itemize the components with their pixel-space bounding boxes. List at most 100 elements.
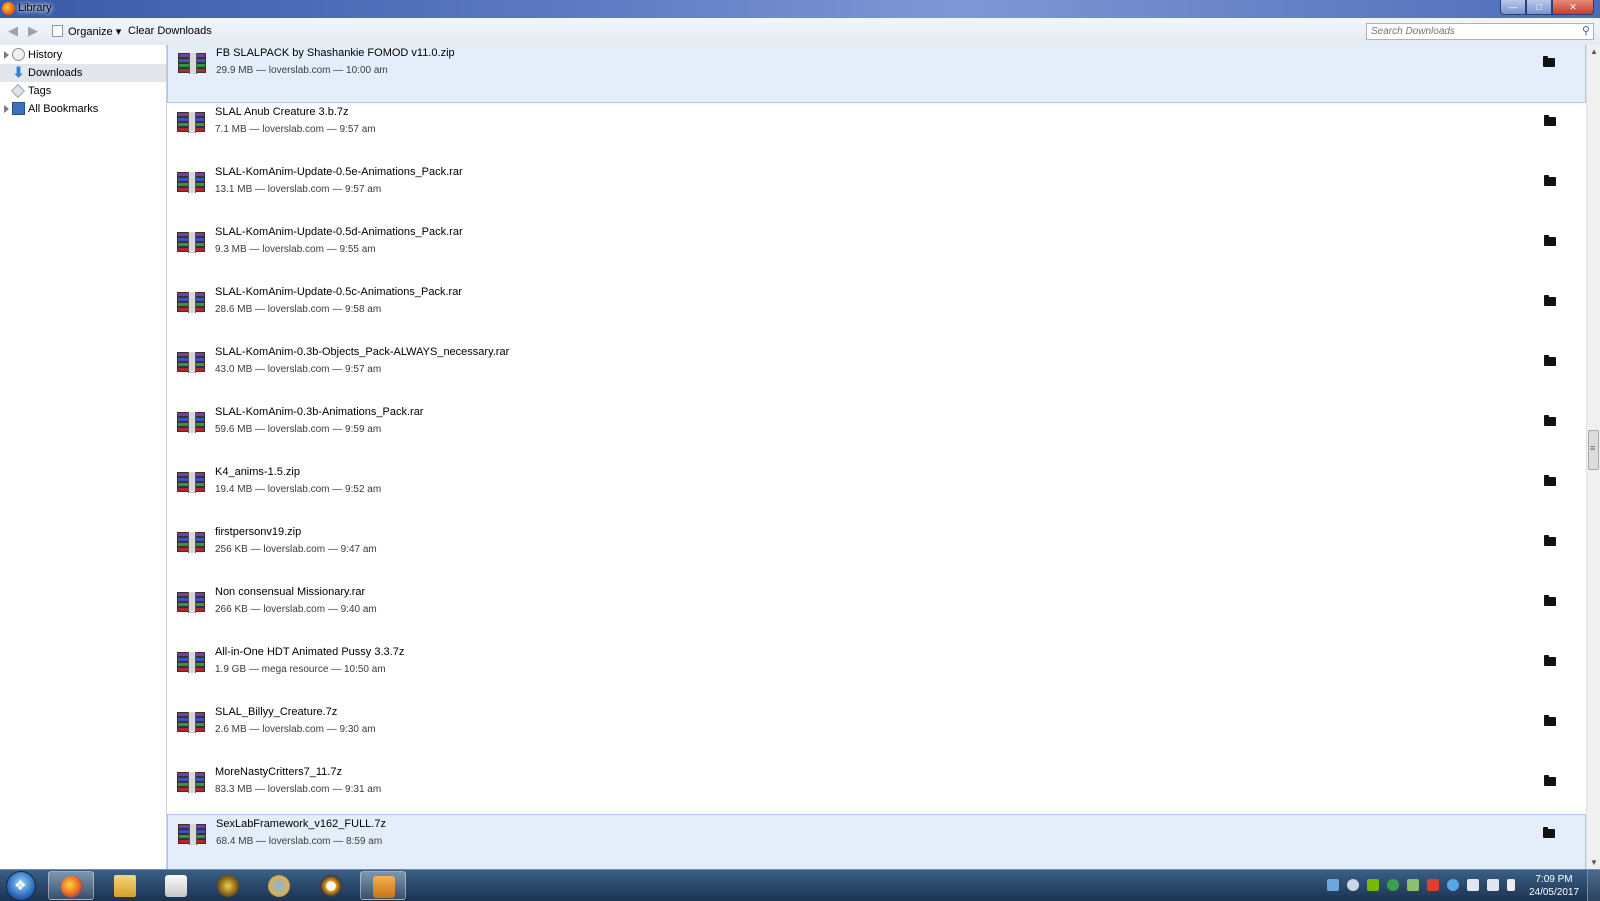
library-sidebar: History ⬇ Downloads Tags All Bookmarks <box>0 45 167 869</box>
media-player-icon <box>165 875 187 897</box>
tray-sync-icon[interactable] <box>1447 879 1459 891</box>
download-details: 9.3 MB — loverslab.com — 9:55 am <box>215 244 376 255</box>
open-folder-icon[interactable] <box>1544 175 1556 186</box>
download-row[interactable]: All-in-One HDT Animated Pussy 3.3.7z 1.9… <box>167 643 1586 703</box>
download-row[interactable]: SexLabFramework_v162_FULL.7z 68.4 MB — l… <box>167 814 1586 869</box>
open-folder-icon[interactable] <box>1544 415 1556 426</box>
system-clock[interactable]: 7:09 PM 24/05/2017 <box>1524 873 1584 899</box>
search-icon[interactable]: ⚲ <box>1582 24 1590 37</box>
download-details: 7.1 MB — loverslab.com — 9:57 am <box>215 124 376 135</box>
open-folder-icon[interactable] <box>1544 235 1556 246</box>
start-button[interactable]: ❖ <box>6 871 36 901</box>
tray-alert-icon[interactable] <box>1427 879 1439 891</box>
download-details: 2.6 MB — loverslab.com — 9:30 am <box>215 724 376 735</box>
download-row[interactable]: SLAL-KomAnim-Update-0.5e-Animations_Pack… <box>167 163 1586 223</box>
download-details: 13.1 MB — loverslab.com — 9:57 am <box>215 184 382 195</box>
archive-file-icon <box>177 592 205 616</box>
open-folder-icon[interactable] <box>1544 115 1556 126</box>
tray-network-icon[interactable] <box>1327 879 1339 891</box>
sidebar-item-tags[interactable]: Tags <box>0 82 166 100</box>
minimize-button[interactable]: — <box>1500 0 1526 15</box>
open-folder-icon[interactable] <box>1544 295 1556 306</box>
download-row[interactable]: SLAL-KomAnim-Update-0.5d-Animations_Pack… <box>167 223 1586 283</box>
search-box[interactable]: ⚲ <box>1366 23 1594 40</box>
download-filename: SLAL-KomAnim-Update-0.5d-Animations_Pack… <box>215 226 463 238</box>
back-arrow-icon[interactable]: ◀ <box>6 24 20 37</box>
close-button[interactable]: ✕ <box>1552 0 1594 15</box>
download-row[interactable]: SLAL_Billyy_Creature.7z 2.6 MB — loversl… <box>167 703 1586 763</box>
download-row[interactable]: FB SLALPACK by Shashankie FOMOD v11.0.zi… <box>167 45 1586 103</box>
sidebar-item-label: Tags <box>28 85 52 97</box>
sidebar-item-label: History <box>28 49 63 61</box>
archive-file-icon <box>177 772 205 796</box>
steam-icon[interactable] <box>1347 879 1359 891</box>
sidebar-item-all-bookmarks[interactable]: All Bookmarks <box>0 100 166 118</box>
open-folder-icon[interactable] <box>1543 56 1555 67</box>
open-folder-icon[interactable] <box>1543 827 1555 838</box>
scrollbar-thumb[interactable] <box>1588 430 1599 470</box>
vertical-scrollbar[interactable]: ▲ ▼ <box>1586 45 1600 869</box>
archive-file-icon <box>177 532 205 556</box>
maximize-button[interactable]: □ <box>1526 0 1552 15</box>
open-folder-icon[interactable] <box>1544 595 1556 606</box>
open-folder-icon[interactable] <box>1544 655 1556 666</box>
taskbar-app-firefox[interactable] <box>48 871 94 900</box>
taskbar-app-media-player[interactable] <box>153 871 199 900</box>
library-toolbar: ◀ ▶ Organize ▾ Clear Downloads ⚲ <box>0 18 1600 46</box>
download-filename: SLAL-KomAnim-0.3b-Animations_Pack.rar <box>215 406 424 418</box>
download-filename: SLAL-KomAnim-Update-0.5e-Animations_Pack… <box>215 166 463 178</box>
download-filename: MoreNastyCritters7_11.7z <box>215 766 342 778</box>
archive-file-icon <box>177 412 205 436</box>
organize-menu-button[interactable]: Organize ▾ <box>68 25 121 38</box>
taskbar-app-overwatch[interactable] <box>308 871 354 900</box>
archive-file-icon <box>177 292 205 316</box>
overwatch-icon <box>320 875 342 897</box>
expand-arrow-icon[interactable] <box>4 105 9 113</box>
clock-time: 7:09 PM <box>1535 874 1573 885</box>
download-row[interactable]: SLAL-KomAnim-0.3b-Animations_Pack.rar 59… <box>167 403 1586 463</box>
archive-file-icon <box>177 712 205 736</box>
expand-arrow-icon[interactable] <box>4 51 9 59</box>
archive-file-icon <box>178 53 206 77</box>
open-folder-icon[interactable] <box>1544 535 1556 546</box>
taskbar-app-settings[interactable] <box>256 871 302 900</box>
open-folder-icon[interactable] <box>1544 355 1556 366</box>
volume-icon[interactable] <box>1487 879 1499 891</box>
open-folder-icon[interactable] <box>1544 475 1556 486</box>
search-input[interactable] <box>1367 24 1571 39</box>
tray-app-icon[interactable] <box>1387 879 1399 891</box>
forward-arrow-icon[interactable]: ▶ <box>26 24 40 37</box>
download-filename: SexLabFramework_v162_FULL.7z <box>216 818 386 830</box>
sidebar-item-downloads[interactable]: ⬇ Downloads <box>0 64 166 82</box>
window-title-bar[interactable]: Library — □ ✕ <box>0 0 1600 18</box>
archive-file-icon <box>177 652 205 676</box>
taskbar-app-x[interactable] <box>360 871 406 900</box>
scroll-down-icon[interactable]: ▼ <box>1589 858 1599 867</box>
windows-taskbar: ❖ 7:09 PM 24/05/2017 <box>0 869 1600 901</box>
download-row[interactable]: SLAL Anub Creature 3.b.7z 7.1 MB — lover… <box>167 103 1586 163</box>
download-row[interactable]: SLAL-KomAnim-Update-0.5c-Animations_Pack… <box>167 283 1586 343</box>
clear-downloads-button[interactable]: Clear Downloads <box>128 25 212 37</box>
tray-shield-icon[interactable] <box>1407 879 1419 891</box>
scroll-up-icon[interactable]: ▲ <box>1589 47 1599 56</box>
download-row[interactable]: K4_anims-1.5.zip 19.4 MB — loverslab.com… <box>167 463 1586 523</box>
nvidia-icon[interactable] <box>1367 879 1379 891</box>
open-folder-icon[interactable] <box>1544 715 1556 726</box>
action-center-flag-icon[interactable] <box>1507 879 1515 891</box>
taskbar-app-explorer[interactable] <box>102 871 148 900</box>
open-folder-icon[interactable] <box>1544 775 1556 786</box>
bookmarks-icon <box>12 102 25 115</box>
archive-file-icon <box>177 112 205 136</box>
windows-logo-icon: ❖ <box>14 877 27 893</box>
download-row[interactable]: firstpersonv19.zip 256 KB — loverslab.co… <box>167 523 1586 583</box>
show-desktop-button[interactable] <box>1587 870 1600 901</box>
sidebar-item-label: Downloads <box>28 67 83 79</box>
taskbar-app-wow[interactable] <box>205 871 251 900</box>
sidebar-item-history[interactable]: History <box>0 46 166 64</box>
download-filename: Non consensual Missionary.rar <box>215 586 366 598</box>
download-details: 256 KB — loverslab.com — 9:47 am <box>215 544 377 555</box>
download-row[interactable]: Non consensual Missionary.rar 266 KB — l… <box>167 583 1586 643</box>
download-row[interactable]: SLAL-KomAnim-0.3b-Objects_Pack-ALWAYS_ne… <box>167 343 1586 403</box>
sidebar-item-label: All Bookmarks <box>28 103 99 115</box>
network-status-icon[interactable] <box>1467 879 1479 891</box>
